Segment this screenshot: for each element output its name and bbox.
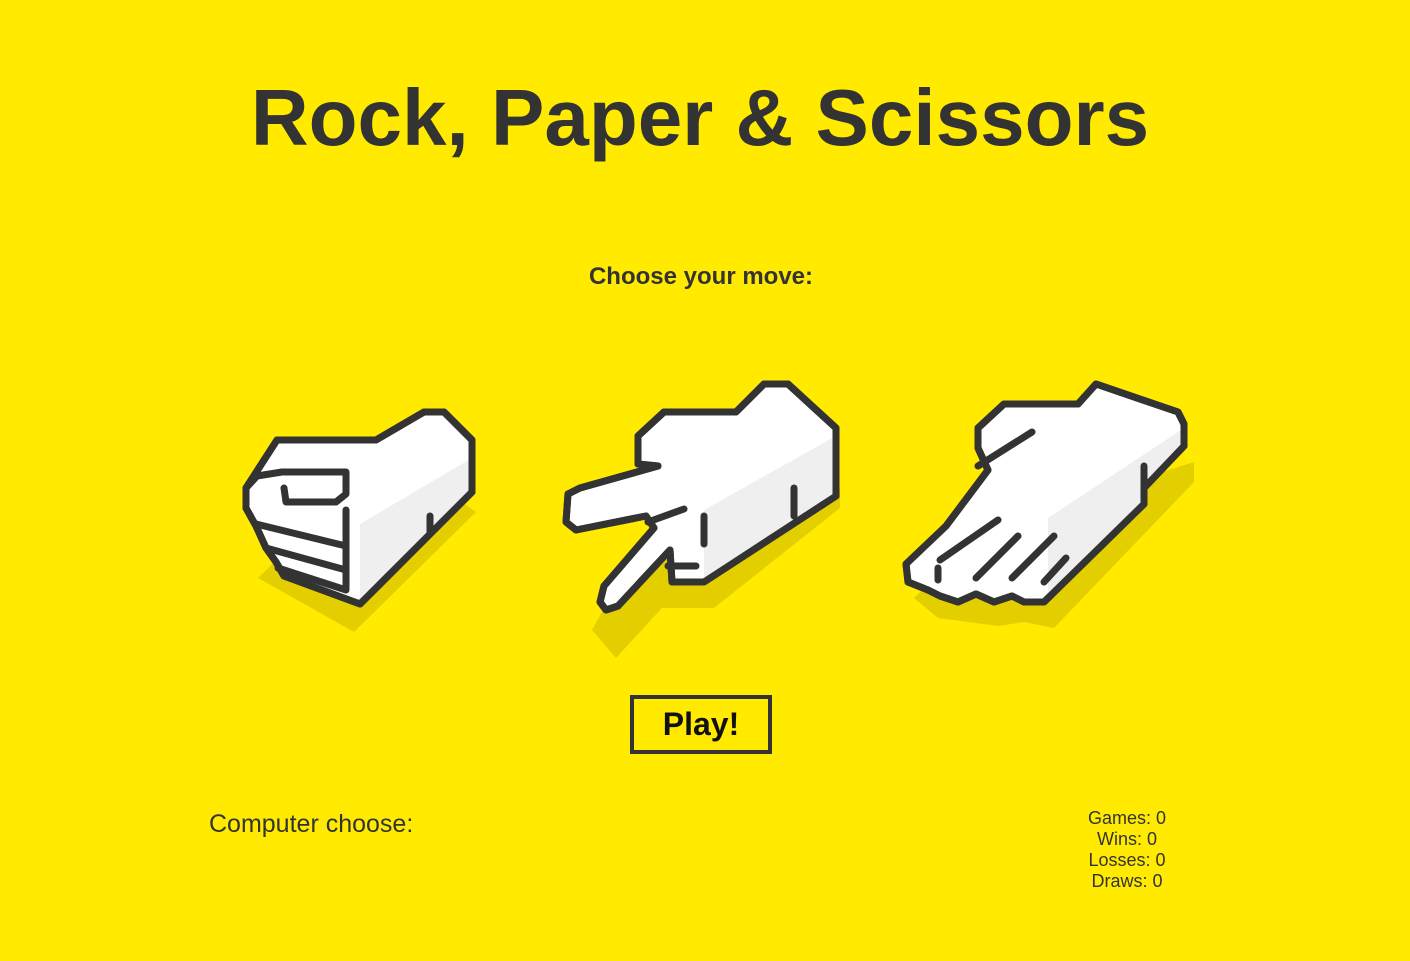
rock-move-button[interactable]: [236, 400, 482, 640]
choose-move-prompt: Choose your move:: [588, 263, 814, 290]
paper-move-button[interactable]: [898, 378, 1198, 636]
wins-count: Wins: 0: [1096, 829, 1157, 849]
play-button[interactable]: Play!: [630, 695, 772, 754]
score-stats: Games: 0 Wins: 0 Losses: 0 Draws: 0: [1066, 808, 1188, 892]
losses-count: Losses: 0: [1088, 850, 1166, 870]
games-count: Games: 0: [1087, 808, 1167, 828]
open-hand-icon: [902, 380, 1194, 628]
computer-choice-label: Computer choose:: [209, 810, 414, 838]
draws-count: Draws: 0: [1091, 871, 1163, 891]
scissors-move-button[interactable]: [558, 376, 848, 666]
page-title: Rock, Paper & Scissors: [250, 73, 1150, 162]
fist-hand-icon: [242, 408, 476, 632]
two-finger-hand-icon: [562, 380, 840, 658]
